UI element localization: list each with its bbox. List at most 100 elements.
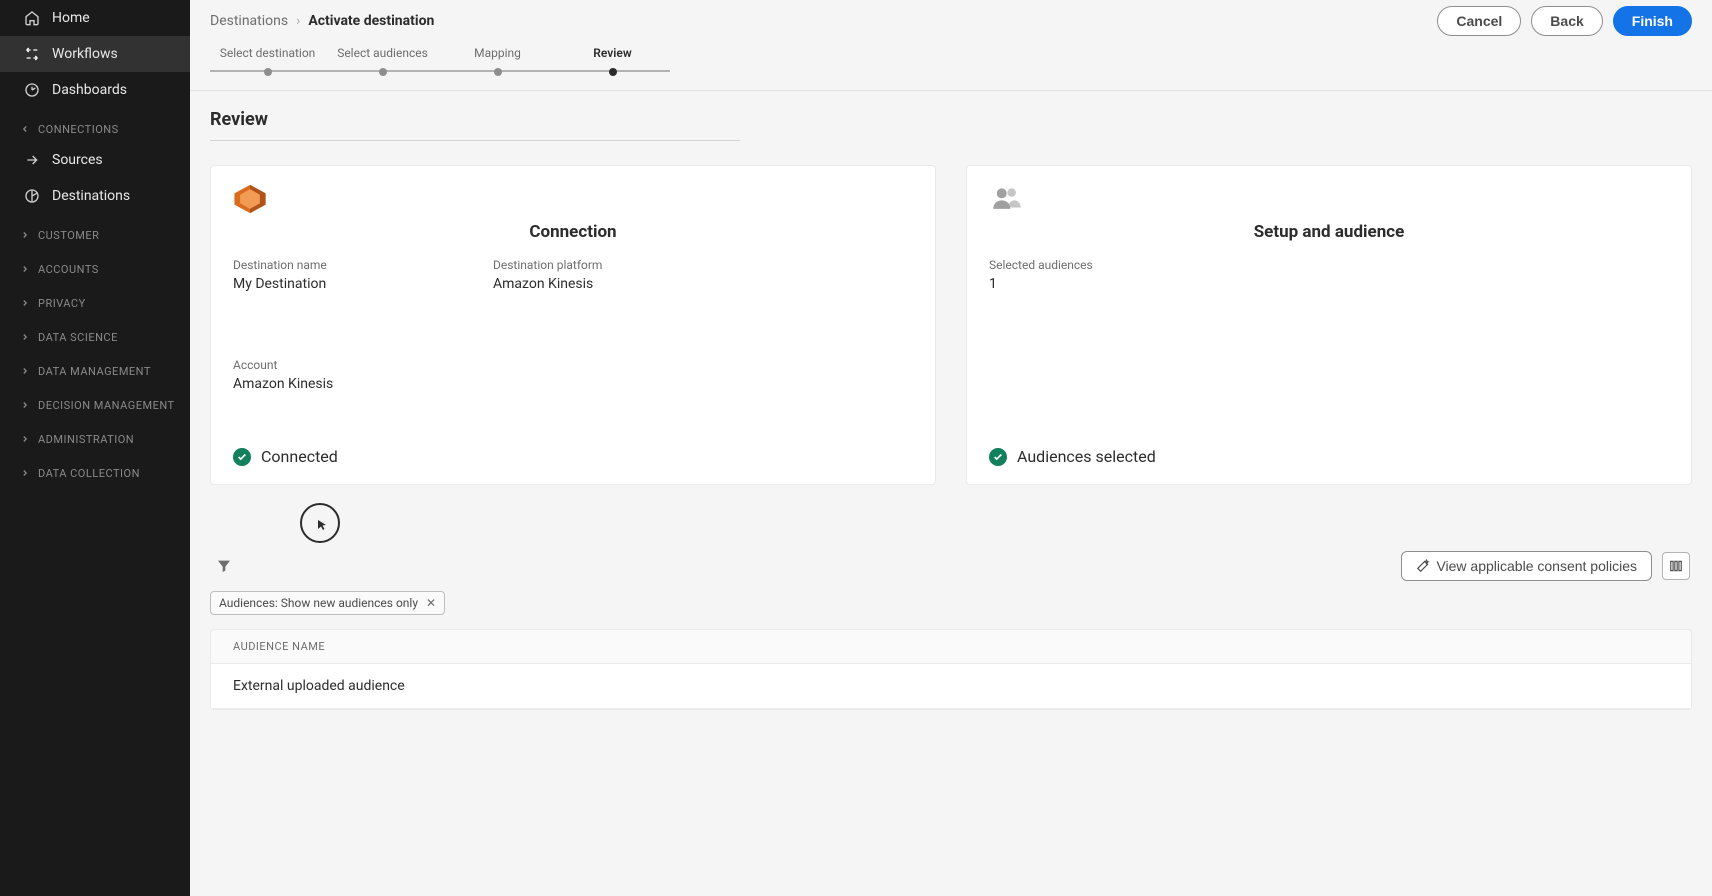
audience-status: Audiences selected bbox=[1017, 447, 1156, 466]
dashboards-icon bbox=[22, 80, 42, 100]
destinations-icon bbox=[22, 186, 42, 206]
view-consent-policies-label: View applicable consent policies bbox=[1436, 558, 1637, 574]
field-value: Amazon Kinesis bbox=[233, 376, 913, 392]
nav-group-datascience[interactable]: DATA SCIENCE bbox=[0, 316, 190, 350]
field-destination-platform: Destination platform Amazon Kinesis bbox=[493, 258, 693, 328]
nav-sources[interactable]: Sources bbox=[0, 142, 190, 178]
chevron-right-icon bbox=[18, 466, 32, 480]
step-mapping[interactable]: Mapping bbox=[440, 46, 555, 76]
home-icon bbox=[22, 8, 42, 28]
field-label: Destination platform bbox=[493, 258, 693, 272]
chevron-right-icon bbox=[18, 296, 32, 310]
breadcrumb-root[interactable]: Destinations bbox=[210, 13, 288, 29]
filter-button[interactable] bbox=[212, 554, 236, 578]
nav-group-customer-label: CUSTOMER bbox=[38, 229, 99, 242]
step-label: Select audiences bbox=[325, 46, 440, 60]
field-value: 1 bbox=[989, 276, 1189, 292]
page-title: Review bbox=[210, 109, 1692, 130]
nav-home[interactable]: Home bbox=[0, 0, 190, 36]
field-value: My Destination bbox=[233, 276, 433, 292]
step-dot-icon bbox=[609, 68, 617, 76]
table-header: AUDIENCE NAME bbox=[211, 630, 1691, 664]
view-consent-policies-button[interactable]: View applicable consent policies bbox=[1401, 551, 1652, 581]
connection-status: Connected bbox=[261, 447, 338, 466]
review-cards: Connection Destination name My Destinati… bbox=[210, 165, 1692, 485]
chevron-right-icon bbox=[18, 364, 32, 378]
workflows-icon bbox=[22, 44, 42, 64]
nav-group-datamgmt-label: DATA MANAGEMENT bbox=[38, 365, 151, 378]
chevron-right-icon bbox=[18, 330, 32, 344]
step-dot-icon bbox=[379, 68, 387, 76]
breadcrumb: Destinations › Activate destination bbox=[210, 13, 434, 29]
nav-group-connections-label: CONNECTIONS bbox=[38, 123, 119, 136]
nav-group-connections[interactable]: CONNECTIONS bbox=[0, 108, 190, 142]
breadcrumb-current: Activate destination bbox=[308, 13, 434, 29]
chevron-right-icon bbox=[18, 432, 32, 446]
divider bbox=[210, 140, 740, 141]
nav-group-datamgmt[interactable]: DATA MANAGEMENT bbox=[0, 350, 190, 384]
main: Destinations › Activate destination Canc… bbox=[190, 0, 1712, 896]
content: Review Connection Destination name My De… bbox=[190, 91, 1712, 896]
step-review[interactable]: Review bbox=[555, 46, 670, 76]
cursor-indicator-icon bbox=[300, 503, 340, 543]
audience-card-title: Setup and audience bbox=[989, 222, 1669, 242]
chevron-right-icon bbox=[18, 398, 32, 412]
step-label: Review bbox=[555, 46, 670, 60]
close-icon[interactable]: ✕ bbox=[426, 596, 436, 610]
field-account: Account Amazon Kinesis bbox=[233, 358, 913, 428]
step-label: Select destination bbox=[210, 46, 325, 60]
nav-group-admin-label: ADMINISTRATION bbox=[38, 433, 134, 446]
filter-chip-label: Audiences: Show new audiences only bbox=[219, 596, 418, 610]
finish-button[interactable]: Finish bbox=[1613, 6, 1692, 36]
nav-group-customer[interactable]: CUSTOMER bbox=[0, 214, 190, 248]
check-circle-icon bbox=[233, 448, 251, 466]
cancel-button[interactable]: Cancel bbox=[1437, 6, 1521, 36]
column-audience-name: AUDIENCE NAME bbox=[233, 640, 325, 653]
chevron-right-icon bbox=[18, 228, 32, 242]
filter-chip[interactable]: Audiences: Show new audiences only ✕ bbox=[210, 591, 445, 615]
nav-group-privacy-label: PRIVACY bbox=[38, 297, 86, 310]
nav-group-datascience-label: DATA SCIENCE bbox=[38, 331, 118, 344]
audience-card: Setup and audience Selected audiences 1 … bbox=[966, 165, 1692, 485]
nav-group-datacoll[interactable]: DATA COLLECTION bbox=[0, 452, 190, 486]
step-label: Mapping bbox=[440, 46, 555, 60]
step-dot-icon bbox=[264, 68, 272, 76]
chevron-right-icon bbox=[18, 262, 32, 276]
connection-logo-icon bbox=[233, 184, 913, 214]
field-value: Amazon Kinesis bbox=[493, 276, 693, 292]
nav-group-accounts[interactable]: ACCOUNTS bbox=[0, 248, 190, 282]
field-label: Destination name bbox=[233, 258, 433, 272]
field-selected-audiences: Selected audiences 1 bbox=[989, 258, 1189, 427]
check-circle-icon bbox=[989, 448, 1007, 466]
nav-home-label: Home bbox=[52, 10, 90, 26]
chevron-down-icon bbox=[18, 122, 32, 136]
connection-card: Connection Destination name My Destinati… bbox=[210, 165, 936, 485]
back-button[interactable]: Back bbox=[1531, 6, 1602, 36]
nav-group-privacy[interactable]: PRIVACY bbox=[0, 282, 190, 316]
step-select-audiences[interactable]: Select audiences bbox=[325, 46, 440, 76]
column-settings-button[interactable] bbox=[1662, 552, 1690, 580]
chevron-right-icon: › bbox=[296, 13, 300, 29]
table-row[interactable]: External uploaded audience bbox=[211, 664, 1691, 709]
audience-name-cell: External uploaded audience bbox=[233, 678, 405, 694]
table-toolbar: View applicable consent policies bbox=[210, 551, 1692, 581]
nav-dashboards[interactable]: Dashboards bbox=[0, 72, 190, 108]
step-dot-icon bbox=[494, 68, 502, 76]
topbar: Destinations › Activate destination Canc… bbox=[190, 0, 1712, 36]
nav-workflows-label: Workflows bbox=[52, 46, 118, 62]
nav-dashboards-label: Dashboards bbox=[52, 82, 127, 98]
nav-group-admin[interactable]: ADMINISTRATION bbox=[0, 418, 190, 452]
nav-destinations[interactable]: Destinations bbox=[0, 178, 190, 214]
stepper: Select destination Select audiences Mapp… bbox=[190, 36, 1712, 76]
nav-group-decision[interactable]: DECISION MANAGEMENT bbox=[0, 384, 190, 418]
sidebar: Home Workflows Dashboards CONNECTIONS So… bbox=[0, 0, 190, 896]
nav-destinations-label: Destinations bbox=[52, 188, 130, 204]
magic-wand-icon bbox=[1416, 559, 1430, 573]
nav-group-accounts-label: ACCOUNTS bbox=[38, 263, 99, 276]
nav-workflows[interactable]: Workflows bbox=[0, 36, 190, 72]
field-label: Account bbox=[233, 358, 913, 372]
audience-table: AUDIENCE NAME External uploaded audience bbox=[210, 629, 1692, 710]
step-select-destination[interactable]: Select destination bbox=[210, 46, 325, 76]
connection-card-title: Connection bbox=[233, 222, 913, 242]
field-label: Selected audiences bbox=[989, 258, 1189, 272]
